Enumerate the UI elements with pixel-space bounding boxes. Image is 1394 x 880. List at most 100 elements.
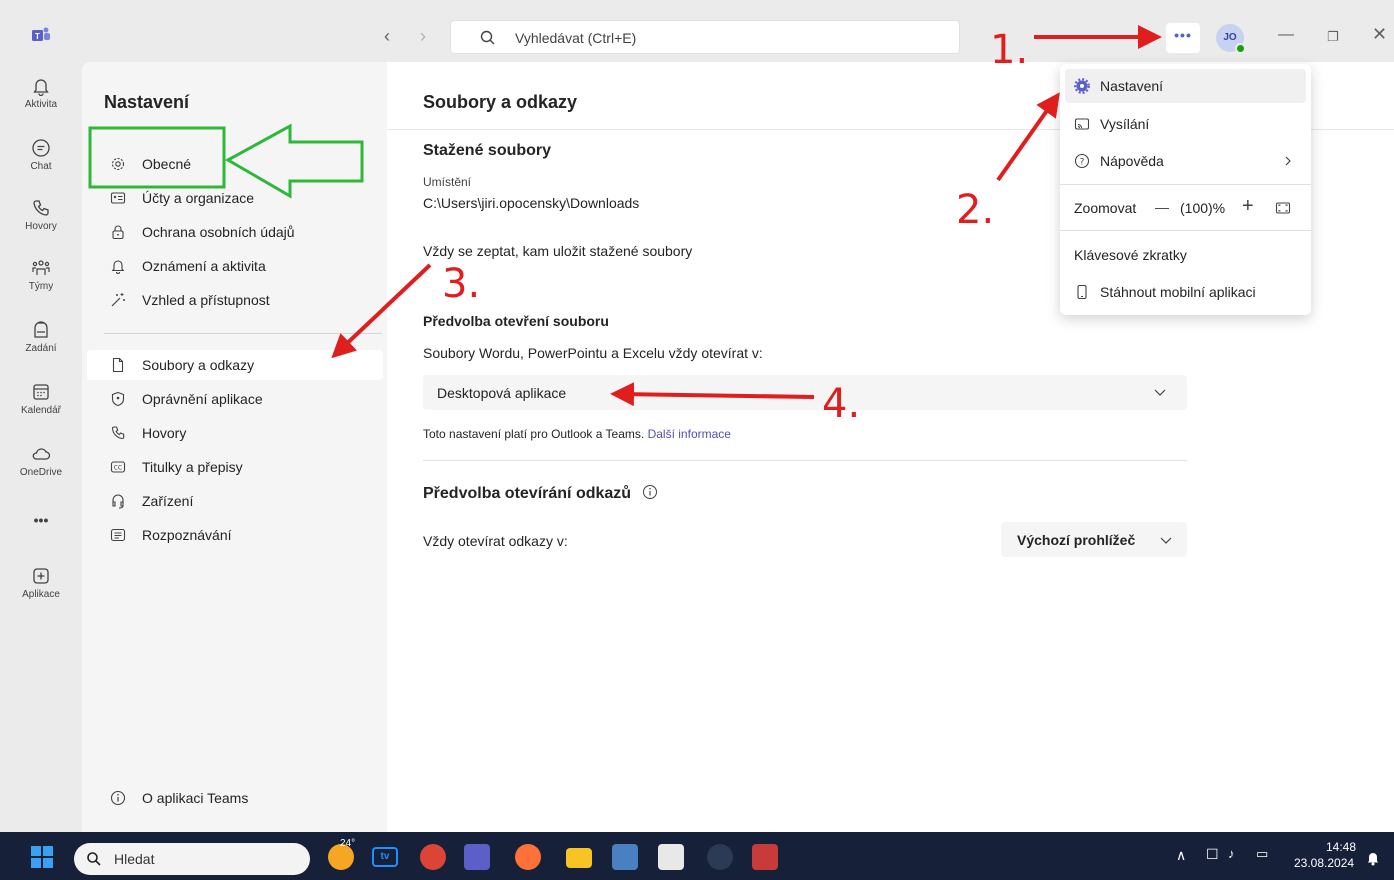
rail-item-apps[interactable]: Aplikace: [0, 566, 86, 600]
nav-item-label: Účty a organizace: [142, 190, 255, 206]
file-open-description: Soubory Wordu, PowerPointu a Excelu vždy…: [423, 345, 763, 361]
backpack-icon: [34, 321, 48, 338]
tv-app-icon[interactable]: tv: [372, 847, 398, 867]
file-open-dropdown[interactable]: Desktopová aplikace: [423, 375, 1187, 410]
cast-icon: [1074, 118, 1090, 130]
close-icon[interactable]: ✕: [1372, 24, 1387, 45]
minimize-icon[interactable]: —: [1278, 26, 1294, 44]
search-placeholder: Vyhledávat (Ctrl+E): [515, 30, 637, 46]
link-open-dropdown[interactable]: Výchozí prohlížeč: [1001, 522, 1187, 557]
network-icon[interactable]: ☐: [1206, 846, 1219, 863]
avatar[interactable]: JO: [1216, 24, 1246, 54]
calendar-icon: [33, 384, 49, 400]
nav-item-devices[interactable]: Zařízení: [87, 486, 383, 516]
volume-icon[interactable]: ♪: [1228, 846, 1235, 861]
clock-time[interactable]: 14:48: [1326, 840, 1356, 854]
nav-item-privacy[interactable]: Ochrana osobních údajů: [87, 217, 383, 247]
rail-item-assignments[interactable]: Zadání: [0, 320, 86, 354]
rail-item-onedrive[interactable]: OneDrive: [0, 444, 86, 478]
back-arrow-icon[interactable]: ‹: [384, 26, 390, 46]
rail-label: Chat: [30, 161, 52, 172]
zoom-out-button[interactable]: —: [1155, 199, 1169, 215]
network-app-icon[interactable]: [612, 844, 638, 870]
svg-text:CC: CC: [114, 465, 122, 472]
zoom-label: Zoomovat: [1074, 200, 1137, 216]
nav-item-appearance[interactable]: Vzhled a přístupnost: [87, 285, 383, 315]
firefox-icon[interactable]: [515, 844, 541, 870]
menu-item-cast[interactable]: Vysílání: [1065, 107, 1306, 141]
info-icon: [110, 790, 126, 806]
rail-item-more[interactable]: •••: [0, 512, 86, 528]
annotation-number-2: 2.: [956, 187, 995, 233]
file-explorer-icon[interactable]: [566, 848, 592, 868]
battery-icon[interactable]: ▭: [1256, 846, 1268, 862]
menu-item-help[interactable]: ? Nápověda: [1065, 144, 1306, 178]
svg-text:T: T: [35, 32, 40, 41]
windows-start-icon[interactable]: [30, 845, 54, 869]
clock-date[interactable]: 23.08.2024: [1294, 856, 1354, 870]
nav-item-about[interactable]: O aplikaci Teams: [87, 783, 383, 813]
avatar-initials: JO: [1223, 32, 1237, 43]
snipping-tool-icon[interactable]: [752, 844, 778, 870]
notification-bell-icon[interactable]: [1366, 850, 1380, 866]
camera-app-icon[interactable]: [707, 844, 733, 870]
chrome-icon[interactable]: [420, 844, 446, 870]
cc-icon: CC: [110, 461, 126, 473]
chat-icon: [32, 139, 50, 157]
gear-icon: [111, 157, 125, 171]
nav-item-label: Rozpoznávání: [142, 527, 232, 543]
nav-item-app-permissions[interactable]: Oprávnění aplikace: [87, 384, 383, 414]
nav-item-recognition[interactable]: Rozpoznávání: [87, 520, 383, 550]
section-divider: [423, 460, 1187, 461]
link-open-selected: Výchozí prohlížeč: [1017, 532, 1136, 548]
page-title: Soubory a odkazy: [423, 92, 578, 112]
lock-icon: [112, 225, 124, 240]
forward-arrow-icon[interactable]: ›: [420, 26, 426, 46]
chevron-down-icon: [1154, 389, 1166, 396]
vnc-icon[interactable]: [658, 844, 684, 870]
tray-chevron-up-icon[interactable]: ∧: [1176, 847, 1186, 864]
chevron-down-icon: [1160, 537, 1172, 544]
phone-icon: [111, 426, 125, 440]
rail-item-calendar[interactable]: Kalendář: [0, 382, 86, 416]
app-rail: Aktivita Chat Hovory Týmy Zadání Kalendá…: [0, 62, 82, 832]
rail-item-chat[interactable]: Chat: [0, 138, 86, 172]
file-open-note-text: Toto nastavení platí pro Outlook a Teams…: [423, 427, 645, 441]
more-options-button[interactable]: •••: [1166, 23, 1200, 53]
nav-item-general[interactable]: Obecné: [87, 149, 383, 179]
rail-label: Hovory: [25, 221, 57, 232]
file-open-note: Toto nastavení platí pro Outlook a Teams…: [423, 427, 731, 441]
nav-item-calls[interactable]: Hovory: [87, 418, 383, 448]
restore-icon[interactable]: ❐: [1327, 29, 1339, 45]
weather-temperature: 24°: [340, 838, 356, 849]
teams-logo-icon[interactable]: T: [32, 27, 50, 43]
nav-item-notifications[interactable]: Oznámení a aktivita: [87, 251, 383, 281]
mobile-phone-icon: [1077, 284, 1087, 300]
ask-download-location-option[interactable]: Vždy se zeptat, kam uložit stažené soubo…: [423, 243, 692, 259]
menu-item-label: Klávesové zkratky: [1074, 247, 1187, 263]
info-icon[interactable]: [642, 484, 658, 500]
nav-item-files-links[interactable]: Soubory a odkazy: [87, 350, 383, 380]
location-value[interactable]: C:\Users\jiri.opocensky\Downloads: [423, 195, 639, 211]
fit-screen-icon[interactable]: [1275, 200, 1291, 216]
teams-icon: [32, 260, 50, 275]
rail-item-teams[interactable]: Týmy: [0, 258, 86, 292]
rail-item-calls[interactable]: Hovory: [0, 198, 86, 232]
teams-taskbar-icon[interactable]: [464, 844, 490, 870]
zoom-in-button[interactable]: +: [1242, 195, 1254, 218]
menu-item-settings[interactable]: Nastavení: [1065, 69, 1306, 103]
menu-item-mobile-app[interactable]: Stáhnout mobilní aplikaci: [1065, 275, 1306, 309]
more-info-link[interactable]: Další informace: [648, 427, 731, 441]
menu-divider: [1060, 184, 1311, 185]
taskbar-search[interactable]: Hledat: [74, 843, 310, 875]
search-input[interactable]: Vyhledávat (Ctrl+E): [450, 20, 960, 54]
menu-item-shortcuts[interactable]: Klávesové zkratky: [1065, 238, 1306, 272]
rail-item-activity[interactable]: Aktivita: [0, 76, 86, 110]
zoom-value: (100)%: [1180, 200, 1226, 216]
nav-item-captions[interactable]: CC Titulky a přepisy: [87, 452, 383, 482]
nav-item-accounts[interactable]: Účty a organizace: [87, 183, 383, 213]
downloads-section-title: Stažené soubory: [423, 142, 552, 159]
id-card-icon: [110, 192, 126, 204]
search-icon: [480, 30, 495, 45]
location-label: Umístění: [423, 175, 472, 189]
